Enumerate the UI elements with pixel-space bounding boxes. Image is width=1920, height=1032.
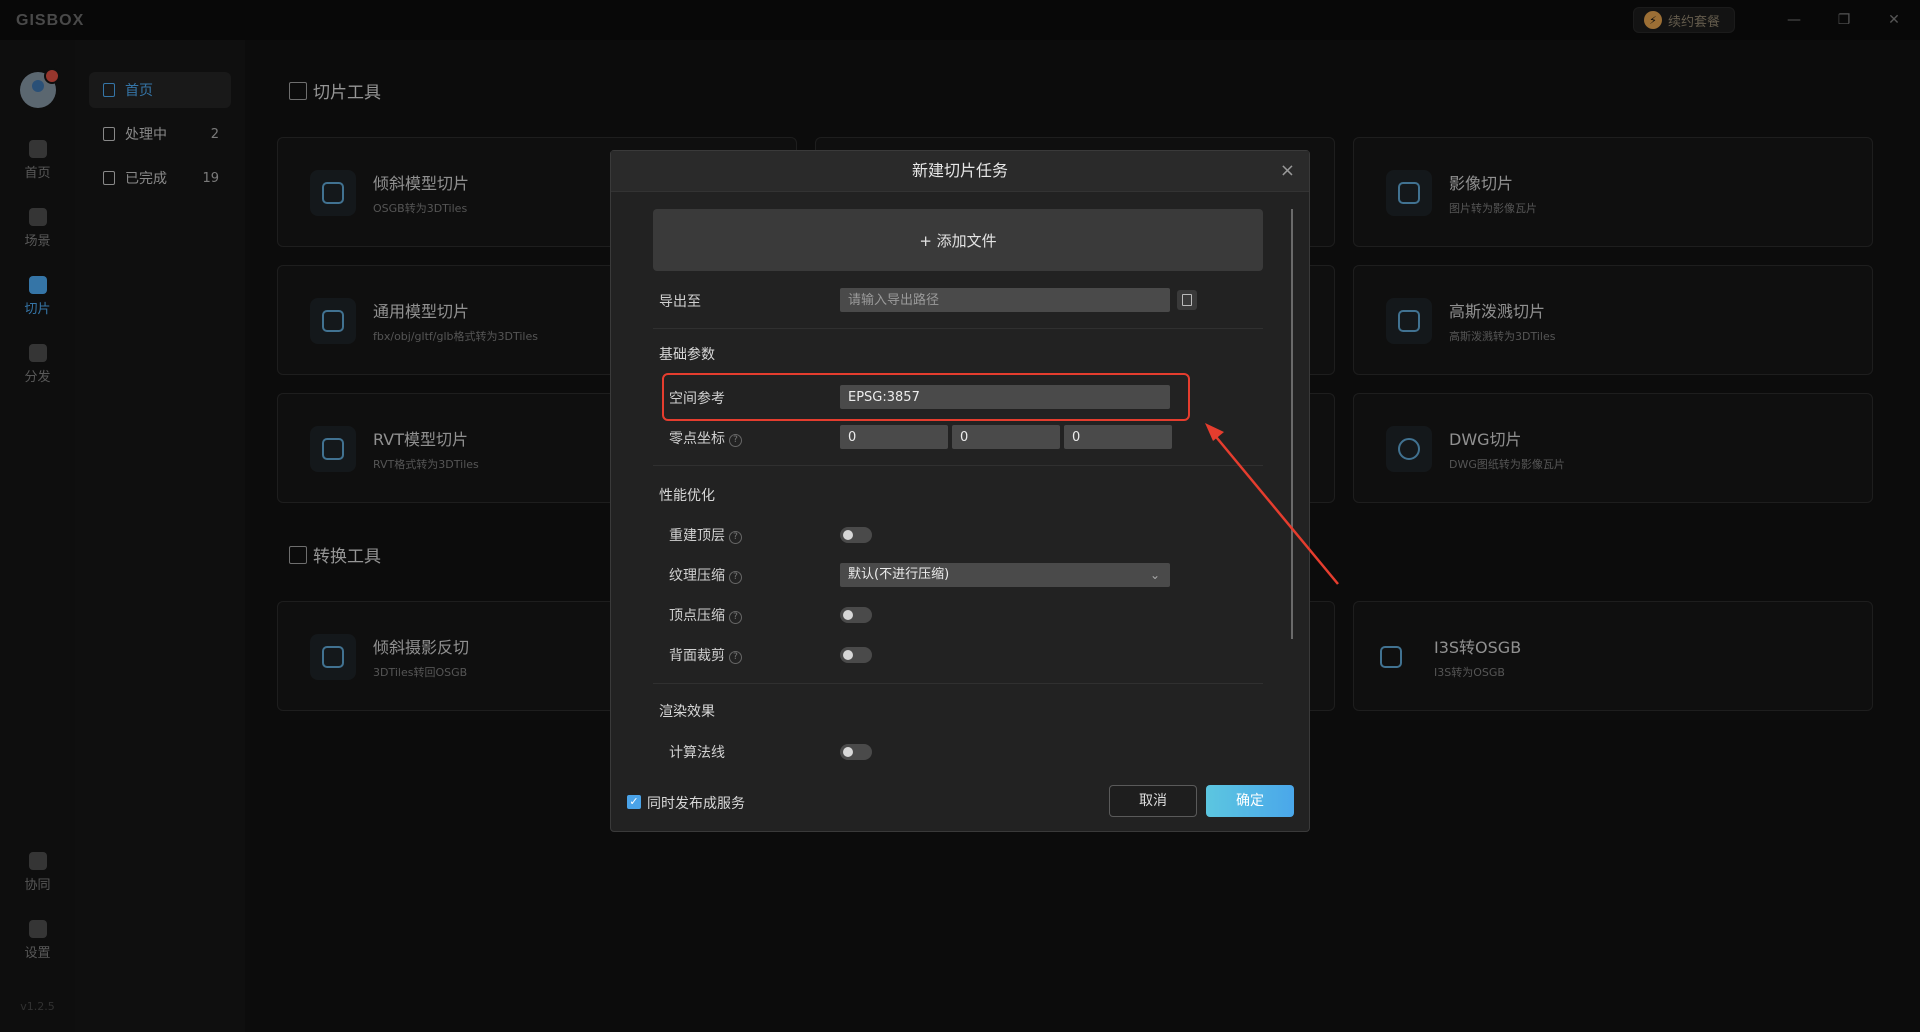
perf-heading: 性能优化: [659, 488, 715, 504]
export-label: 导出至: [659, 294, 701, 310]
confirm-button[interactable]: 确定: [1206, 785, 1294, 817]
origin-x-input[interactable]: [840, 425, 948, 449]
help-icon[interactable]: ?: [729, 531, 742, 544]
backface-culling-toggle[interactable]: [840, 647, 872, 663]
origin-label-text: 零点坐标: [669, 431, 725, 447]
help-icon[interactable]: ?: [729, 434, 742, 447]
origin-label: 零点坐标?: [669, 428, 742, 448]
render-heading: 渲染效果: [659, 704, 715, 720]
divider: [653, 328, 1263, 329]
backface-label-text: 背面裁剪: [669, 648, 725, 664]
add-file-button[interactable]: + 添加文件: [653, 209, 1263, 271]
vertex-label-text: 顶点压缩: [669, 608, 725, 624]
publish-service-checkbox[interactable]: ✓: [627, 795, 641, 809]
folder-button[interactable]: [1177, 290, 1197, 310]
origin-z-input[interactable]: [1064, 425, 1172, 449]
highlight-box: [662, 373, 1190, 421]
divider: [653, 465, 1263, 466]
dialog-title: 新建切片任务: [611, 151, 1309, 192]
texture-compression-value: 默认(不进行压缩): [848, 567, 950, 582]
compute-normals-toggle[interactable]: [840, 744, 872, 760]
folder-icon: [1182, 294, 1192, 306]
basic-params-heading: 基础参数: [659, 347, 715, 363]
backface-label: 背面裁剪?: [669, 645, 742, 665]
chevron-down-icon: ⌄: [1149, 568, 1160, 582]
publish-service-label: 同时发布成服务: [647, 796, 745, 812]
rebuild-top-label: 重建顶层?: [669, 525, 742, 545]
help-icon[interactable]: ?: [729, 611, 742, 624]
help-icon[interactable]: ?: [729, 651, 742, 664]
close-icon[interactable]: ×: [1280, 161, 1295, 181]
rebuild-top-toggle[interactable]: [840, 527, 872, 543]
divider: [653, 683, 1263, 684]
texture-label: 纹理压缩?: [669, 565, 742, 585]
new-slice-task-dialog: 新建切片任务 × + 添加文件 导出至 基础参数 空间参考 零点坐标? 性能优化…: [610, 150, 1310, 832]
dialog-scrollbar[interactable]: [1291, 209, 1293, 639]
normals-label: 计算法线: [669, 745, 725, 761]
origin-y-input[interactable]: [952, 425, 1060, 449]
export-path-input[interactable]: [840, 288, 1170, 312]
help-icon[interactable]: ?: [729, 571, 742, 584]
texture-compression-select[interactable]: 默认(不进行压缩) ⌄: [840, 563, 1170, 587]
cancel-button[interactable]: 取消: [1109, 785, 1197, 817]
vertex-label: 顶点压缩?: [669, 605, 742, 625]
texture-label-text: 纹理压缩: [669, 568, 725, 584]
vertex-compression-toggle[interactable]: [840, 607, 872, 623]
rebuild-top-text: 重建顶层: [669, 528, 725, 544]
